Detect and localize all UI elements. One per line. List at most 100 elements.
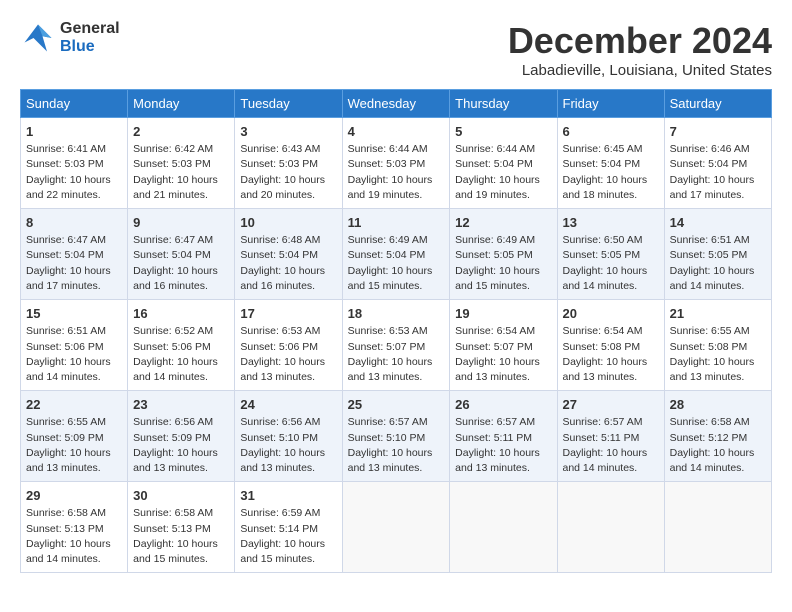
day-info: Sunrise: 6:56 AMSunset: 5:09 PMDaylight:… xyxy=(133,415,229,476)
table-cell-dec28: 28 Sunrise: 6:58 AMSunset: 5:12 PMDaylig… xyxy=(664,391,771,482)
col-friday: Friday xyxy=(557,90,664,118)
day-number: 14 xyxy=(670,214,766,232)
logo-general: General xyxy=(60,20,120,38)
table-cell-dec29: 29 Sunrise: 6:58 AMSunset: 5:13 PMDaylig… xyxy=(21,482,128,573)
day-number: 1 xyxy=(26,123,122,141)
day-number: 15 xyxy=(26,305,122,323)
table-cell-dec9: 9 Sunrise: 6:47 AMSunset: 5:04 PMDayligh… xyxy=(128,209,235,300)
table-cell-dec6: 6 Sunrise: 6:45 AMSunset: 5:04 PMDayligh… xyxy=(557,118,664,209)
day-number: 8 xyxy=(26,214,122,232)
day-number: 30 xyxy=(133,487,229,505)
day-info: Sunrise: 6:53 AMSunset: 5:07 PMDaylight:… xyxy=(348,324,445,385)
col-wednesday: Wednesday xyxy=(342,90,450,118)
day-number: 11 xyxy=(348,214,445,232)
table-cell-empty xyxy=(342,482,450,573)
table-cell-empty xyxy=(557,482,664,573)
calendar-row: 1 Sunrise: 6:41 AMSunset: 5:03 PMDayligh… xyxy=(21,118,772,209)
day-info: Sunrise: 6:42 AMSunset: 5:03 PMDaylight:… xyxy=(133,142,229,203)
day-number: 22 xyxy=(26,396,122,414)
day-number: 16 xyxy=(133,305,229,323)
day-number: 12 xyxy=(455,214,551,232)
day-info: Sunrise: 6:56 AMSunset: 5:10 PMDaylight:… xyxy=(240,415,336,476)
table-cell-dec13: 13 Sunrise: 6:50 AMSunset: 5:05 PMDaylig… xyxy=(557,209,664,300)
table-cell-dec4: 4 Sunrise: 6:44 AMSunset: 5:03 PMDayligh… xyxy=(342,118,450,209)
day-info: Sunrise: 6:44 AMSunset: 5:03 PMDaylight:… xyxy=(348,142,445,203)
logo-icon xyxy=(20,20,56,56)
table-cell-empty xyxy=(664,482,771,573)
day-info: Sunrise: 6:55 AMSunset: 5:09 PMDaylight:… xyxy=(26,415,122,476)
col-monday: Monday xyxy=(128,90,235,118)
calendar-row: 22 Sunrise: 6:55 AMSunset: 5:09 PMDaylig… xyxy=(21,391,772,482)
day-number: 13 xyxy=(563,214,659,232)
table-cell-dec5: 5 Sunrise: 6:44 AMSunset: 5:04 PMDayligh… xyxy=(450,118,557,209)
day-info: Sunrise: 6:58 AMSunset: 5:13 PMDaylight:… xyxy=(26,506,122,567)
table-cell-dec10: 10 Sunrise: 6:48 AMSunset: 5:04 PMDaylig… xyxy=(235,209,342,300)
day-info: Sunrise: 6:51 AMSunset: 5:06 PMDaylight:… xyxy=(26,324,122,385)
day-number: 7 xyxy=(670,123,766,141)
table-cell-empty xyxy=(450,482,557,573)
col-sunday: Sunday xyxy=(21,90,128,118)
day-number: 26 xyxy=(455,396,551,414)
day-info: Sunrise: 6:58 AMSunset: 5:12 PMDaylight:… xyxy=(670,415,766,476)
table-cell-dec1: 1 Sunrise: 6:41 AMSunset: 5:03 PMDayligh… xyxy=(21,118,128,209)
title-area: December 2024 Labadieville, Louisiana, U… xyxy=(508,20,772,79)
calendar-table: Sunday Monday Tuesday Wednesday Thursday… xyxy=(20,89,772,573)
day-number: 17 xyxy=(240,305,336,323)
table-cell-dec30: 30 Sunrise: 6:58 AMSunset: 5:13 PMDaylig… xyxy=(128,482,235,573)
day-number: 4 xyxy=(348,123,445,141)
day-number: 3 xyxy=(240,123,336,141)
calendar-header-row: Sunday Monday Tuesday Wednesday Thursday… xyxy=(21,90,772,118)
day-number: 23 xyxy=(133,396,229,414)
table-cell-dec8: 8 Sunrise: 6:47 AMSunset: 5:04 PMDayligh… xyxy=(21,209,128,300)
month-title: December 2024 xyxy=(508,20,772,62)
table-cell-dec14: 14 Sunrise: 6:51 AMSunset: 5:05 PMDaylig… xyxy=(664,209,771,300)
table-cell-dec26: 26 Sunrise: 6:57 AMSunset: 5:11 PMDaylig… xyxy=(450,391,557,482)
day-info: Sunrise: 6:49 AMSunset: 5:04 PMDaylight:… xyxy=(348,233,445,294)
day-number: 10 xyxy=(240,214,336,232)
calendar-row: 15 Sunrise: 6:51 AMSunset: 5:06 PMDaylig… xyxy=(21,300,772,391)
day-number: 29 xyxy=(26,487,122,505)
day-number: 25 xyxy=(348,396,445,414)
calendar-row: 8 Sunrise: 6:47 AMSunset: 5:04 PMDayligh… xyxy=(21,209,772,300)
table-cell-dec20: 20 Sunrise: 6:54 AMSunset: 5:08 PMDaylig… xyxy=(557,300,664,391)
day-number: 24 xyxy=(240,396,336,414)
day-number: 28 xyxy=(670,396,766,414)
table-cell-dec12: 12 Sunrise: 6:49 AMSunset: 5:05 PMDaylig… xyxy=(450,209,557,300)
day-number: 18 xyxy=(348,305,445,323)
page-header: General Blue December 2024 Labadieville,… xyxy=(20,20,772,79)
day-info: Sunrise: 6:47 AMSunset: 5:04 PMDaylight:… xyxy=(26,233,122,294)
day-info: Sunrise: 6:54 AMSunset: 5:08 PMDaylight:… xyxy=(563,324,659,385)
table-cell-dec11: 11 Sunrise: 6:49 AMSunset: 5:04 PMDaylig… xyxy=(342,209,450,300)
day-number: 31 xyxy=(240,487,336,505)
day-number: 5 xyxy=(455,123,551,141)
day-info: Sunrise: 6:51 AMSunset: 5:05 PMDaylight:… xyxy=(670,233,766,294)
day-number: 19 xyxy=(455,305,551,323)
day-number: 6 xyxy=(563,123,659,141)
table-cell-dec17: 17 Sunrise: 6:53 AMSunset: 5:06 PMDaylig… xyxy=(235,300,342,391)
calendar-row: 29 Sunrise: 6:58 AMSunset: 5:13 PMDaylig… xyxy=(21,482,772,573)
logo: General Blue xyxy=(20,20,120,56)
day-info: Sunrise: 6:43 AMSunset: 5:03 PMDaylight:… xyxy=(240,142,336,203)
day-number: 9 xyxy=(133,214,229,232)
day-number: 2 xyxy=(133,123,229,141)
table-cell-dec21: 21 Sunrise: 6:55 AMSunset: 5:08 PMDaylig… xyxy=(664,300,771,391)
day-info: Sunrise: 6:48 AMSunset: 5:04 PMDaylight:… xyxy=(240,233,336,294)
table-cell-dec22: 22 Sunrise: 6:55 AMSunset: 5:09 PMDaylig… xyxy=(21,391,128,482)
table-cell-dec31: 31 Sunrise: 6:59 AMSunset: 5:14 PMDaylig… xyxy=(235,482,342,573)
day-info: Sunrise: 6:49 AMSunset: 5:05 PMDaylight:… xyxy=(455,233,551,294)
table-cell-dec23: 23 Sunrise: 6:56 AMSunset: 5:09 PMDaylig… xyxy=(128,391,235,482)
col-tuesday: Tuesday xyxy=(235,90,342,118)
day-number: 27 xyxy=(563,396,659,414)
day-info: Sunrise: 6:53 AMSunset: 5:06 PMDaylight:… xyxy=(240,324,336,385)
day-number: 20 xyxy=(563,305,659,323)
col-saturday: Saturday xyxy=(664,90,771,118)
table-cell-dec27: 27 Sunrise: 6:57 AMSunset: 5:11 PMDaylig… xyxy=(557,391,664,482)
day-info: Sunrise: 6:58 AMSunset: 5:13 PMDaylight:… xyxy=(133,506,229,567)
table-cell-dec15: 15 Sunrise: 6:51 AMSunset: 5:06 PMDaylig… xyxy=(21,300,128,391)
table-cell-dec3: 3 Sunrise: 6:43 AMSunset: 5:03 PMDayligh… xyxy=(235,118,342,209)
logo-text: General Blue xyxy=(60,20,120,55)
day-info: Sunrise: 6:57 AMSunset: 5:11 PMDaylight:… xyxy=(563,415,659,476)
day-number: 21 xyxy=(670,305,766,323)
logo-blue: Blue xyxy=(60,38,120,56)
table-cell-dec25: 25 Sunrise: 6:57 AMSunset: 5:10 PMDaylig… xyxy=(342,391,450,482)
